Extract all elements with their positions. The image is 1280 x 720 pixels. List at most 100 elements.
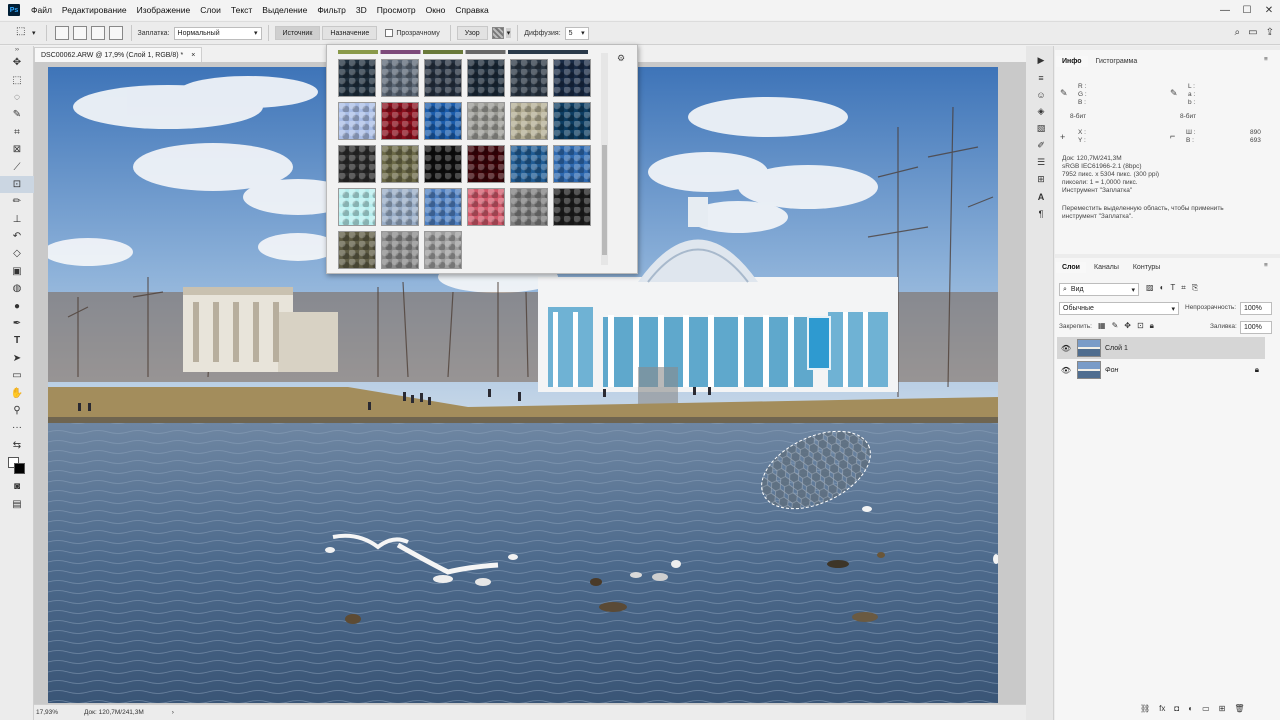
move-tool-icon[interactable]: ✥ [0,54,34,71]
visibility-eye-icon[interactable]: 👁︎ [1059,344,1073,353]
tab-channels[interactable]: Каналы [1088,262,1125,273]
pattern-swatch[interactable] [338,231,376,269]
close-window-icon[interactable]: ✕ [1258,0,1280,20]
lock-move-icon[interactable]: ✥ [1124,321,1131,331]
pattern-swatch[interactable] [467,59,505,97]
menu-help[interactable]: Справка [450,5,493,15]
crop-tool-icon[interactable]: ⌗ [0,124,34,141]
menu-type[interactable]: Текст [226,5,257,15]
paragraph-icon[interactable]: ¶ [1030,205,1052,222]
pattern-swatch[interactable] [467,145,505,183]
menu-select[interactable]: Выделение [257,5,312,15]
search-icon[interactable]: ⌕ [1235,27,1241,38]
pattern-swatch[interactable] [338,188,376,226]
pattern-swatch[interactable] [381,188,419,226]
fx-icon[interactable]: fx [1159,704,1165,713]
pattern-swatch[interactable] [338,145,376,183]
pattern-swatch[interactable] [381,102,419,140]
gradient-tool-icon[interactable]: ▣ [0,263,34,280]
scrollbar-thumb[interactable] [602,145,607,255]
pattern-swatch[interactable] [424,59,462,97]
pattern-swatch[interactable] [381,231,419,269]
brush-tool-icon[interactable]: ✏ [0,193,34,210]
chevron-down-icon[interactable]: ▾ [32,29,36,37]
delete-layer-icon[interactable]: 🗑︎ [1234,704,1244,713]
layer-row-background[interactable]: 👁︎ Фон 🔒︎ [1057,359,1265,381]
popup-scrollbar[interactable] [601,53,608,265]
visibility-eye-icon[interactable]: 👁︎ [1059,366,1073,375]
hand-tool-icon[interactable]: ✋ [0,384,34,401]
tab-paths[interactable]: Контуры [1127,262,1166,273]
swap-colors-icon[interactable]: ⇆ [0,437,34,454]
quick-mask-icon[interactable]: ◙ [0,478,34,495]
pattern-swatch[interactable] [381,59,419,97]
more-tools-icon[interactable]: ··· [0,419,34,436]
new-selection-icon[interactable] [54,26,69,40]
menu-window[interactable]: Окно [421,5,451,15]
maximize-icon[interactable]: ☐ [1236,0,1258,20]
background-color[interactable] [14,462,25,474]
transparent-checkbox[interactable] [385,29,394,37]
pattern-swatch[interactable] [338,59,376,97]
menu-view[interactable]: Просмотр [372,5,421,15]
pattern-swatch[interactable] [467,188,505,226]
close-tab-icon[interactable]: × [191,52,195,59]
menu-3d[interactable]: 3D [351,5,372,15]
intersect-selection-icon[interactable] [108,26,123,40]
3d-icon[interactable]: ◈ [1030,103,1052,120]
share-icon[interactable]: ⇪ [1266,27,1274,38]
link-layers-icon[interactable]: ⛓ [1140,704,1150,713]
panel-menu-icon[interactable]: ≡ [1264,262,1268,269]
shape-filter-icon[interactable]: ⌗ [1181,283,1186,293]
character-icon[interactable]: A [1030,188,1052,205]
pixel-filter-icon[interactable]: ▨ [1146,283,1154,293]
screen-mode-icon[interactable]: ▤ [0,495,34,512]
pen-tool-icon[interactable]: ✒ [0,315,34,332]
opacity-input[interactable]: 100% [1240,302,1272,315]
zoom-tool-icon[interactable]: ⚲ [0,402,34,419]
tab-layers[interactable]: Слои [1056,261,1086,273]
blur-tool-icon[interactable]: ◍ [0,280,34,297]
type-filter-icon[interactable]: T [1170,283,1175,293]
pattern-swatch[interactable] [424,145,462,183]
history-brush-icon[interactable]: ↶ [0,228,34,245]
pattern-swatch[interactable] [510,145,548,183]
quick-select-tool-icon[interactable]: ✎ [0,106,34,123]
source-button[interactable]: Источник [274,26,321,40]
pattern-swatch[interactable] [553,188,591,226]
menu-layer[interactable]: Слои [195,5,226,15]
pattern-picker-icon[interactable] [491,27,504,39]
pattern-swatch[interactable] [467,102,505,140]
add-selection-icon[interactable] [72,26,87,40]
brush-settings-icon[interactable]: ✐ [1030,137,1052,154]
pattern-swatch[interactable] [553,145,591,183]
panel-menu-icon[interactable]: ≡ [1264,56,1268,63]
layers-comp-icon[interactable]: ▧ [1030,120,1052,137]
eraser-tool-icon[interactable]: ◇ [0,245,34,262]
frame-tool-icon[interactable]: ⊠ [0,141,34,158]
destination-button[interactable]: Назначение [322,26,378,40]
clone-source-icon[interactable]: ⊞ [1030,171,1052,188]
patch-tool-icon[interactable]: ⊡ [0,175,34,194]
menu-edit[interactable]: Редактирование [57,5,132,15]
workspace-icon[interactable]: ▭ [1248,27,1257,38]
marquee-tool-icon[interactable]: ⬚ [0,71,34,88]
collapse-icon[interactable]: ›› [0,46,34,54]
type-tool-icon[interactable]: T [0,332,34,349]
pattern-swatch[interactable] [510,188,548,226]
pattern-swatch[interactable] [424,231,462,269]
new-group-icon[interactable]: ▭ [1202,704,1210,713]
tab-info[interactable]: Инфо [1056,55,1088,67]
adjustment-layer-icon[interactable]: ◐ [1188,704,1193,713]
patch-tool-preset-icon[interactable]: ⬚ [16,26,30,40]
menu-filter[interactable]: Фильтр [312,5,351,15]
tab-histogram[interactable]: Гистограмма [1090,56,1144,67]
minimize-icon[interactable]: — [1214,0,1236,20]
document-tab[interactable]: DSC00062.ARW @ 17,9% (Слой 1, RGB/8) * × [34,47,203,62]
pattern-swatch[interactable] [553,59,591,97]
use-pattern-button[interactable]: Узор [456,26,488,40]
stamp-tool-icon[interactable]: ⊥ [0,211,34,228]
diffusion-select[interactable]: 5 ▾ [564,26,589,40]
lock-all-icon[interactable]: 🔒︎ [1150,321,1154,331]
new-layer-icon[interactable]: ⊞ [1219,704,1226,713]
